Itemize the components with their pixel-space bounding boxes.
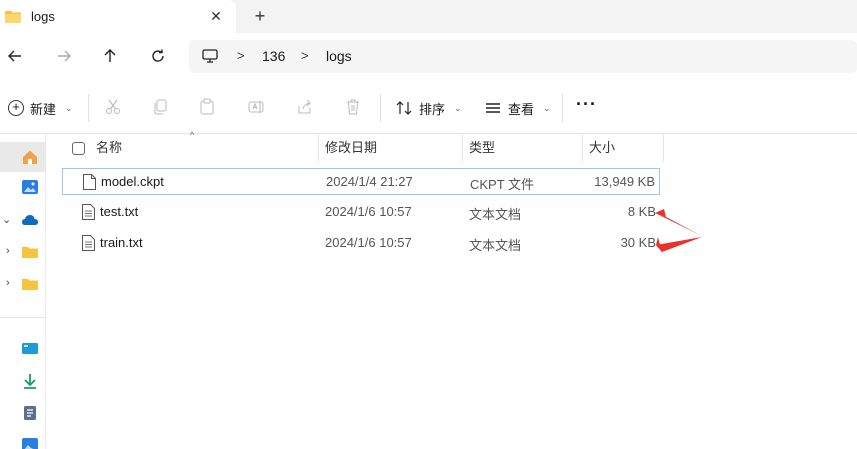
file-date: 2024/1/4 21:27 bbox=[326, 174, 413, 189]
select-all-checkbox[interactable] bbox=[72, 142, 85, 155]
sort-button[interactable]: 排序 ⌄ bbox=[395, 98, 462, 118]
more-options-button[interactable]: ··· bbox=[576, 94, 597, 115]
cut-icon bbox=[106, 99, 120, 114]
new-tab-button[interactable]: + bbox=[250, 6, 270, 26]
file-row[interactable]: test.txt 2024/1/6 10:57 文本文档 8 KB bbox=[62, 199, 660, 226]
new-button[interactable]: + 新建 ⌄ bbox=[8, 98, 73, 118]
cut-button[interactable] bbox=[103, 97, 123, 117]
desktop-icon bbox=[22, 343, 38, 354]
chevron-down-icon: ⌄ bbox=[65, 102, 73, 113]
folder-icon bbox=[22, 279, 38, 290]
file-type: CKPT 文件 bbox=[470, 177, 535, 192]
folder-icon bbox=[5, 11, 21, 23]
chevron-right-icon[interactable]: › bbox=[6, 245, 10, 257]
new-label: 新建 bbox=[30, 101, 57, 117]
sort-label: 排序 bbox=[419, 101, 446, 117]
tab-title: logs bbox=[31, 9, 55, 24]
sidebar-item-downloads[interactable] bbox=[0, 366, 46, 396]
folder-icon bbox=[22, 247, 38, 258]
breadcrumb-136[interactable]: 136 bbox=[262, 48, 285, 64]
plus-icon: + bbox=[8, 100, 24, 116]
breadcrumb-logs[interactable]: logs bbox=[326, 48, 352, 64]
file-date: 2024/1/6 10:57 bbox=[325, 204, 412, 219]
navigation-pane: ⌄ › › bbox=[0, 134, 46, 449]
column-modified-date[interactable]: 修改日期 bbox=[319, 134, 463, 162]
copy-button[interactable] bbox=[150, 97, 170, 117]
command-bar: + 新建 ⌄ 排序 ⌄ 查看 ⌄ ··· bbox=[0, 80, 857, 134]
divider bbox=[380, 94, 381, 122]
download-icon bbox=[24, 374, 36, 389]
breadcrumb-separator[interactable]: > bbox=[301, 48, 309, 63]
refresh-button[interactable] bbox=[146, 44, 170, 68]
address-row: > 136 > logs bbox=[0, 33, 857, 80]
computer-icon bbox=[202, 49, 218, 63]
arrow-up-icon bbox=[104, 49, 116, 62]
delete-button[interactable] bbox=[343, 97, 363, 117]
file-name: train.txt bbox=[100, 235, 143, 250]
arrow-right-icon bbox=[58, 50, 71, 62]
file-name: model.ckpt bbox=[101, 174, 164, 189]
share-button[interactable] bbox=[295, 97, 315, 117]
view-icon bbox=[486, 103, 500, 113]
rename-icon bbox=[248, 101, 264, 113]
chevron-right-icon[interactable]: › bbox=[6, 277, 10, 289]
column-header: 名称 修改日期 类型 大小 bbox=[62, 134, 664, 162]
sidebar-item-folder[interactable]: › bbox=[0, 269, 46, 299]
home-icon bbox=[23, 150, 37, 164]
sidebar-item-onedrive[interactable]: ⌄ bbox=[0, 205, 46, 235]
divider bbox=[562, 94, 563, 122]
delete-icon bbox=[347, 99, 359, 115]
chevron-down-icon: ⌄ bbox=[543, 102, 551, 113]
gallery-icon bbox=[22, 180, 38, 194]
sidebar-item-folder[interactable]: › bbox=[0, 237, 46, 267]
pictures-icon bbox=[22, 438, 38, 449]
column-name[interactable]: 名称 bbox=[62, 134, 319, 162]
document-icon bbox=[24, 406, 36, 420]
file-size: 13,949 KB bbox=[594, 174, 655, 189]
forward-button[interactable] bbox=[52, 44, 76, 68]
cloud-icon bbox=[22, 215, 38, 225]
rename-button[interactable] bbox=[246, 97, 266, 117]
view-button[interactable]: 查看 ⌄ bbox=[484, 98, 551, 118]
text-file-icon bbox=[82, 204, 95, 220]
tab-strip: logs ✕ + bbox=[0, 0, 857, 33]
file-date: 2024/1/6 10:57 bbox=[325, 235, 412, 250]
sidebar-item-pictures[interactable] bbox=[0, 430, 46, 449]
sidebar-item-desktop[interactable] bbox=[0, 334, 46, 364]
file-type: 文本文档 bbox=[469, 238, 522, 253]
arrow-left-icon bbox=[8, 50, 21, 62]
file-type: 文本文档 bbox=[469, 207, 522, 222]
file-name: test.txt bbox=[100, 204, 139, 219]
text-file-icon bbox=[82, 235, 95, 251]
view-label: 查看 bbox=[508, 101, 535, 117]
address-bar[interactable]: > 136 > logs bbox=[189, 40, 857, 73]
column-size[interactable]: 大小 bbox=[583, 134, 664, 162]
annotation-arrow-icon bbox=[655, 213, 702, 236]
back-button[interactable] bbox=[3, 44, 27, 68]
annotation-arrows bbox=[655, 209, 702, 252]
annotation-arrow-icon bbox=[656, 237, 702, 252]
copy-icon bbox=[154, 99, 167, 115]
breadcrumb-separator[interactable]: > bbox=[237, 48, 245, 63]
refresh-icon bbox=[152, 49, 164, 62]
sidebar-item-home[interactable] bbox=[0, 142, 46, 172]
up-button[interactable] bbox=[98, 44, 122, 68]
tab-logs[interactable]: logs ✕ bbox=[0, 0, 236, 33]
file-row[interactable]: model.ckpt 2024/1/4 21:27 CKPT 文件 13,949… bbox=[62, 168, 660, 195]
file-icon bbox=[83, 174, 96, 190]
chevron-down-icon: ⌄ bbox=[454, 102, 462, 113]
sidebar-divider bbox=[0, 317, 46, 318]
column-type[interactable]: 类型 bbox=[463, 134, 583, 162]
sort-icon bbox=[396, 101, 412, 115]
sidebar-item-gallery[interactable] bbox=[0, 172, 46, 202]
file-row[interactable]: train.txt 2024/1/6 10:57 文本文档 30 KB bbox=[62, 230, 660, 257]
close-icon[interactable]: ✕ bbox=[208, 8, 224, 24]
paste-icon bbox=[200, 98, 214, 115]
sidebar-item-documents[interactable] bbox=[0, 398, 46, 428]
divider bbox=[88, 94, 89, 122]
paste-button[interactable] bbox=[197, 97, 217, 117]
chevron-down-icon[interactable]: ⌄ bbox=[2, 213, 11, 226]
share-icon bbox=[298, 99, 311, 114]
